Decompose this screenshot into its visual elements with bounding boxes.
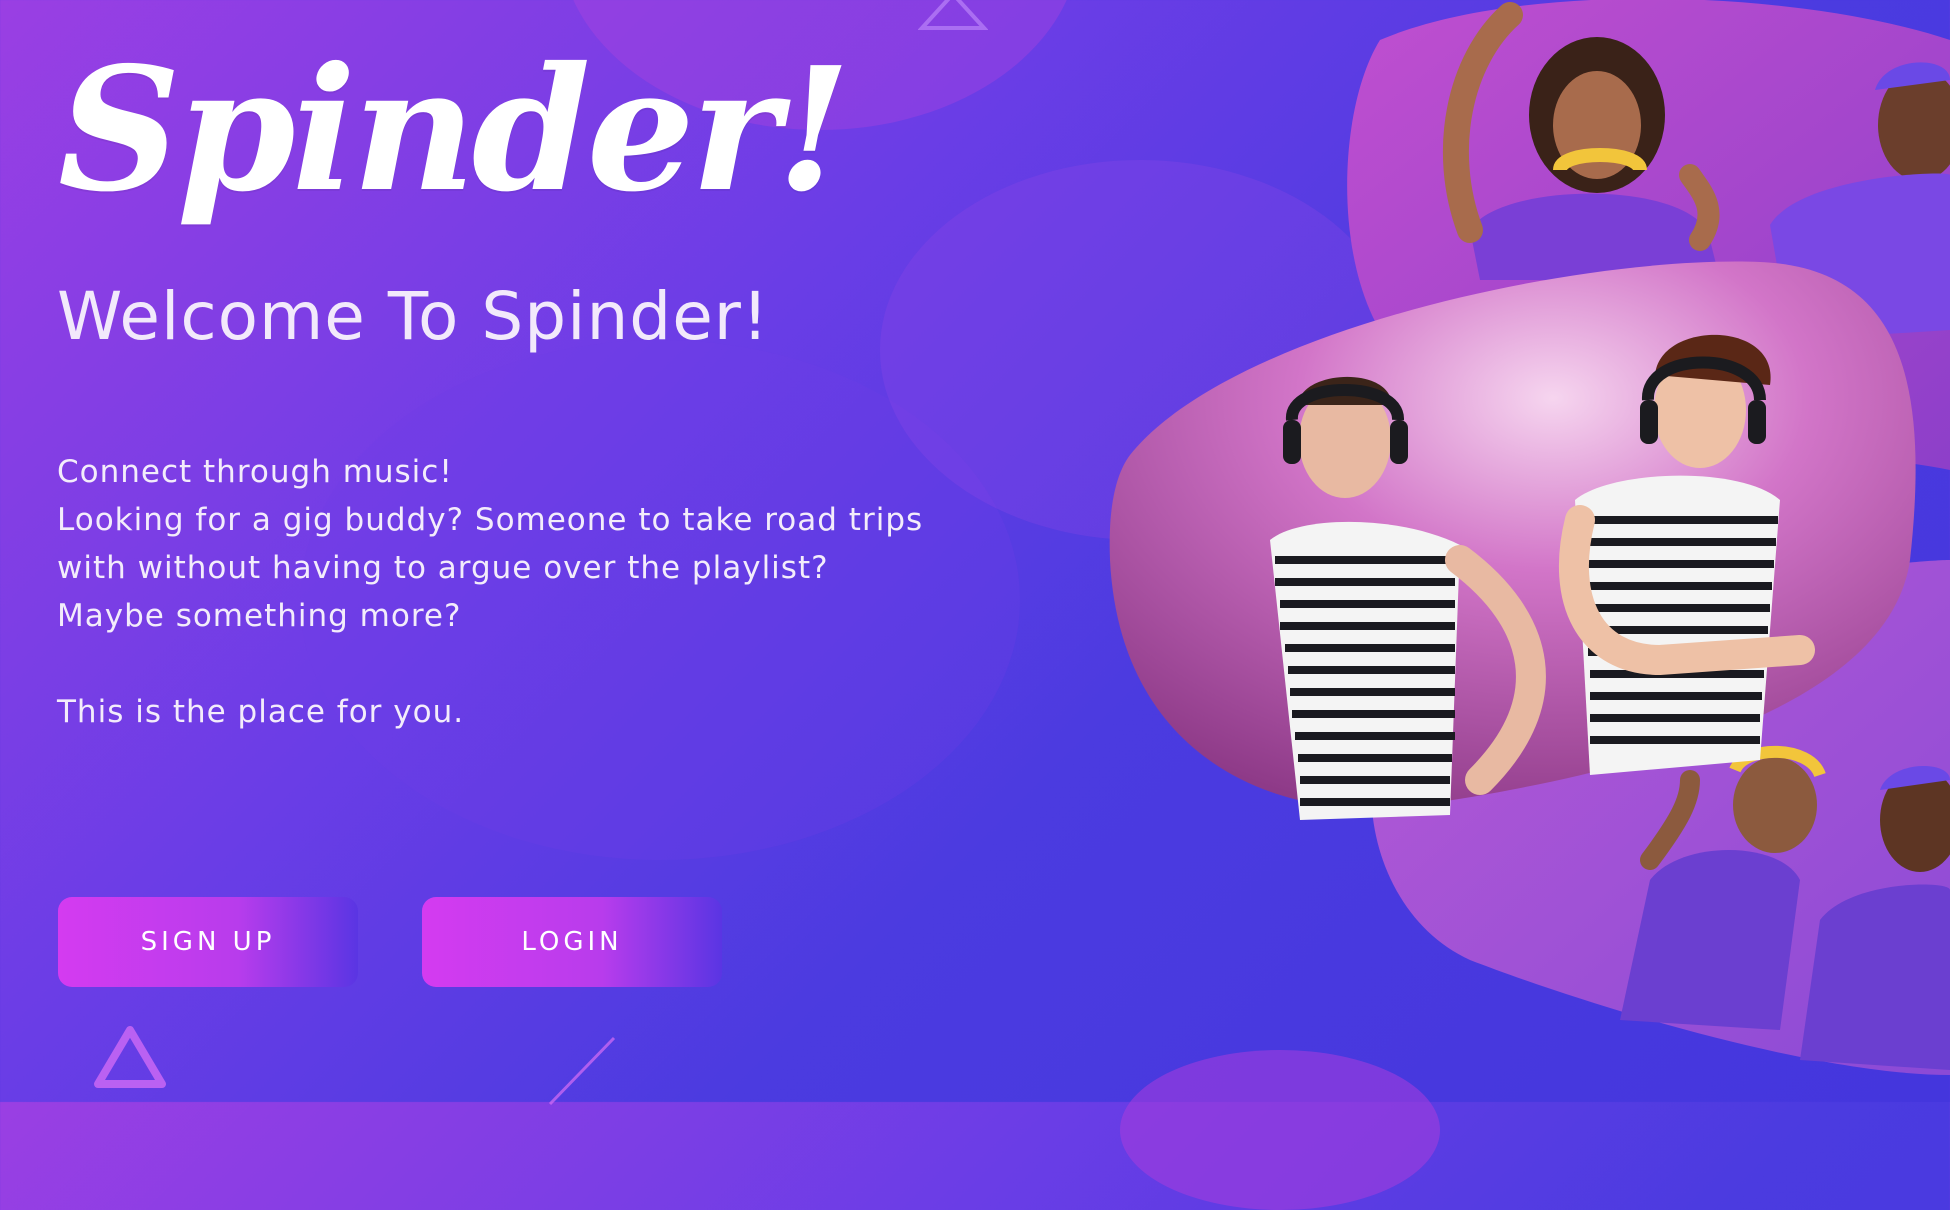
intro-line: with without having to argue over the pl… bbox=[57, 550, 829, 586]
intro-closing: This is the place for you. bbox=[57, 694, 465, 730]
intro-line: Connect through music! bbox=[57, 454, 453, 490]
app-logo: Spinder! bbox=[58, 30, 851, 230]
intro-text: Connect through music! Looking for a gig… bbox=[57, 448, 957, 736]
intro-line: Maybe something more? bbox=[57, 598, 462, 634]
login-button[interactable]: LOGIN bbox=[422, 897, 722, 987]
sign-up-button[interactable]: SIGN UP bbox=[58, 897, 358, 987]
intro-line: Looking for a gig buddy? Someone to take… bbox=[57, 502, 924, 538]
page-title: Welcome To Spinder! bbox=[57, 278, 770, 355]
intro-spacer bbox=[57, 640, 957, 688]
